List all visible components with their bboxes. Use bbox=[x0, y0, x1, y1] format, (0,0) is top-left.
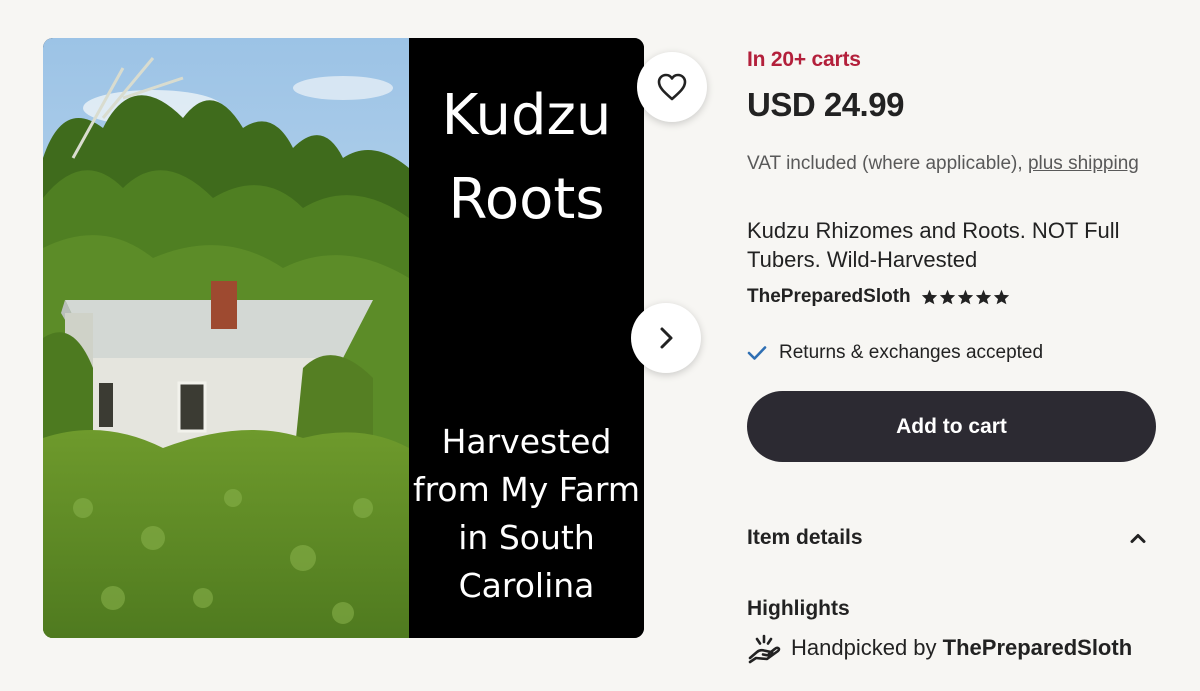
chevron-right-icon bbox=[660, 327, 673, 349]
shipping-link[interactable]: plus shipping bbox=[1028, 153, 1139, 174]
listing-image-gallery[interactable]: Kudzu Roots Harvested from My Farm in So… bbox=[43, 38, 644, 638]
next-image-button[interactable] bbox=[631, 303, 701, 373]
highlights-heading: Highlights bbox=[747, 597, 850, 620]
in-carts-badge: In 20+ carts bbox=[747, 48, 861, 71]
listing-photo bbox=[43, 38, 409, 638]
image-text-panel: Kudzu Roots Harvested from My Farm in So… bbox=[409, 38, 644, 638]
item-details-label: Item details bbox=[747, 526, 863, 549]
handpicked-row: Handpicked by ThePreparedSloth bbox=[747, 632, 1132, 664]
shop-name-link[interactable]: ThePreparedSloth bbox=[747, 286, 911, 308]
heart-outline-icon bbox=[657, 73, 687, 101]
item-details-toggle[interactable]: Item details bbox=[747, 526, 1147, 550]
add-to-cart-button[interactable]: Add to cart bbox=[747, 391, 1156, 462]
star-icon bbox=[975, 289, 991, 305]
star-icon bbox=[993, 289, 1009, 305]
returns-policy: Returns & exchanges accepted bbox=[747, 342, 1043, 364]
image-subtitle-text: Harvested from My Farm in South Carolina bbox=[412, 422, 641, 605]
handpicked-prefix: Handpicked by bbox=[791, 635, 943, 660]
hand-sparkle-icon bbox=[748, 634, 781, 664]
star-icon bbox=[957, 289, 973, 305]
chevron-up-icon bbox=[1130, 534, 1146, 543]
vat-note: VAT included (where applicable), plus sh… bbox=[747, 151, 1147, 176]
checkmark-icon bbox=[747, 346, 767, 360]
vat-text: VAT included (where applicable), bbox=[747, 153, 1028, 174]
returns-text: Returns & exchanges accepted bbox=[779, 342, 1044, 363]
shop-rating-row: ThePreparedSloth bbox=[747, 286, 1010, 308]
listing-title: Kudzu Rhizomes and Roots. NOT Full Tuber… bbox=[747, 218, 1120, 272]
star-icon bbox=[939, 289, 955, 305]
star-icon bbox=[921, 289, 937, 305]
price: USD 24.99 bbox=[747, 86, 904, 123]
image-title-text: Kudzu Roots bbox=[441, 83, 612, 232]
handpicked-shop-name[interactable]: ThePreparedSloth bbox=[943, 635, 1132, 660]
rating-stars bbox=[921, 289, 1010, 305]
favorite-button[interactable] bbox=[637, 52, 707, 122]
